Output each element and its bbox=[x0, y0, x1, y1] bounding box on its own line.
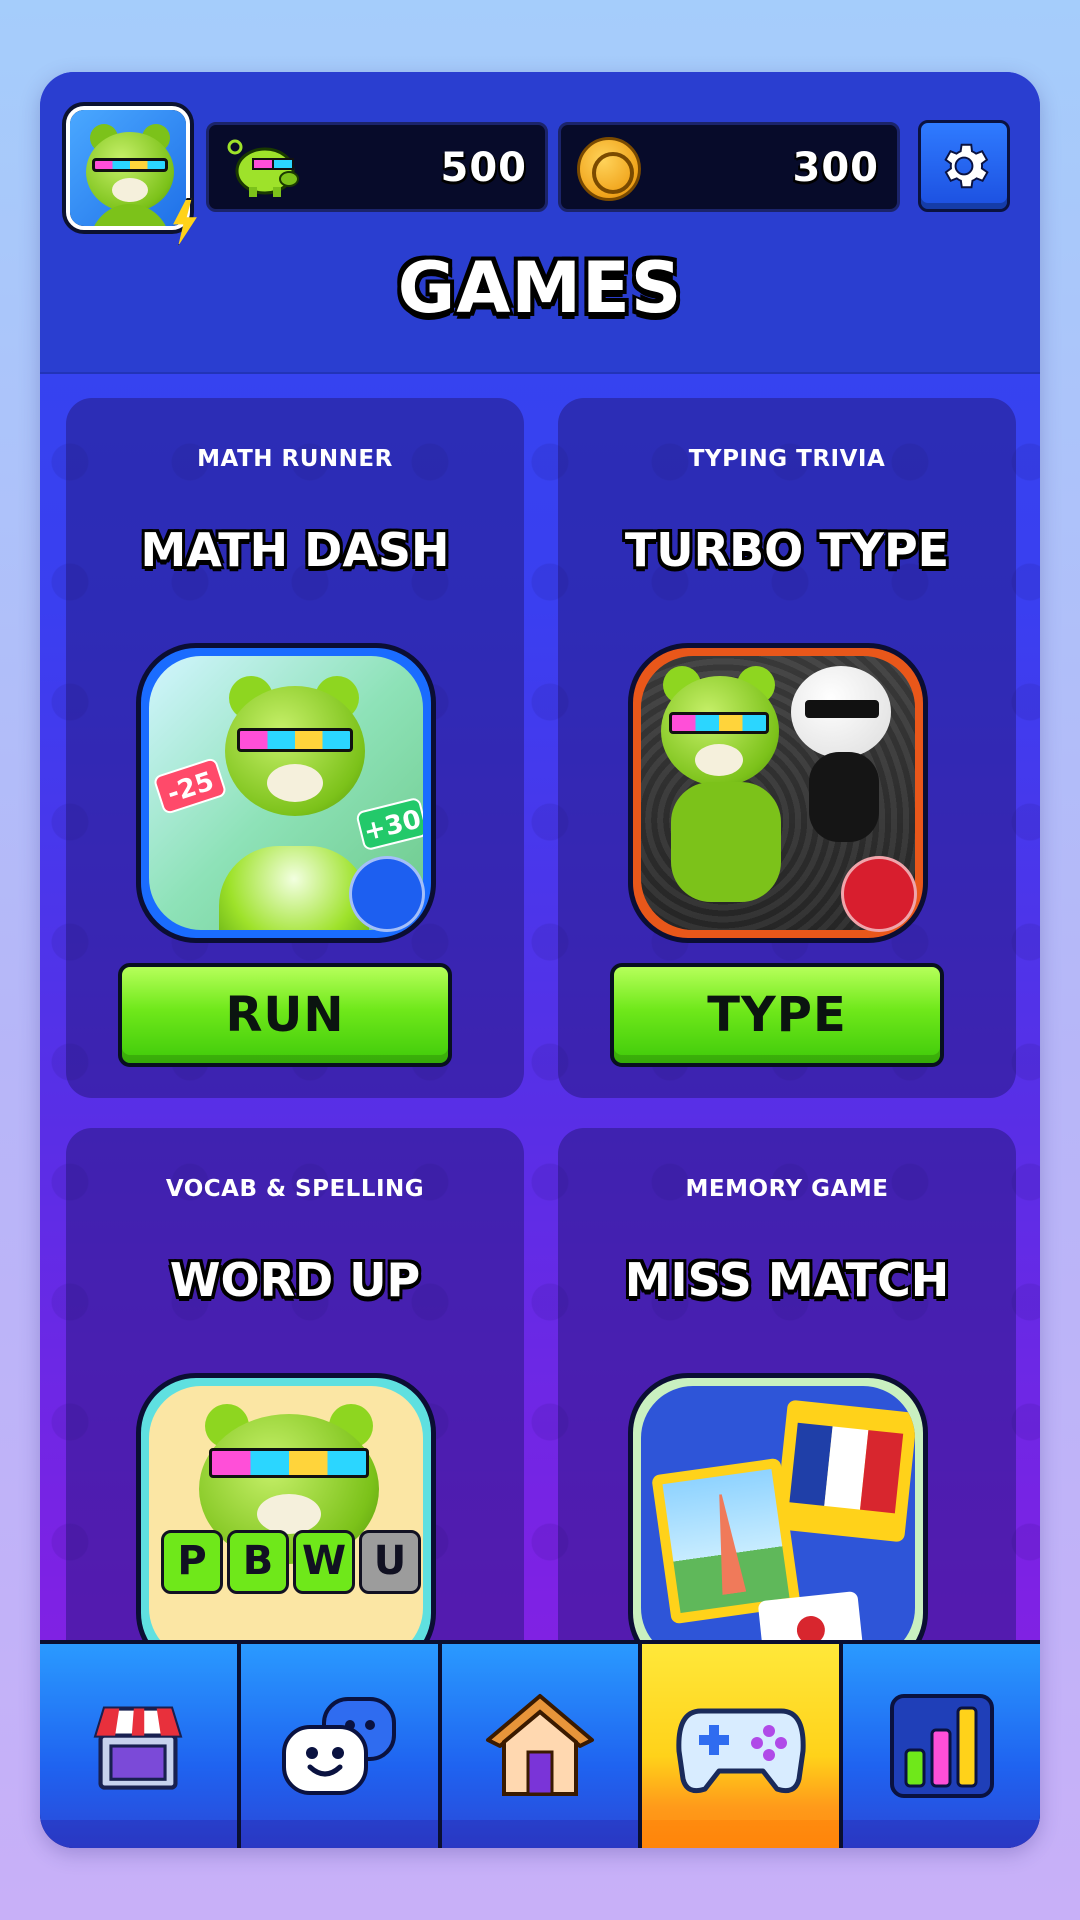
page-title: GAMES bbox=[397, 247, 683, 329]
game-thumbnail[interactable] bbox=[628, 1373, 928, 1673]
nav-item-leaderboard[interactable] bbox=[843, 1644, 1040, 1848]
nav-item-games[interactable] bbox=[642, 1644, 840, 1848]
game-title: TURBO TYPE bbox=[624, 523, 950, 577]
avatar[interactable] bbox=[66, 106, 190, 230]
gamepad-icon bbox=[676, 1708, 806, 1794]
letter-tile: B bbox=[227, 1530, 289, 1594]
home-icon bbox=[485, 1694, 594, 1796]
game-title: MATH DASH bbox=[140, 523, 450, 577]
run-button[interactable]: RUN bbox=[118, 963, 452, 1067]
nav-item-shop[interactable] bbox=[40, 1644, 237, 1848]
letter-tile: W bbox=[293, 1530, 355, 1594]
minus-points-label: -25 bbox=[152, 756, 228, 816]
gear-icon bbox=[944, 143, 989, 189]
game-subtitle: MATH RUNNER bbox=[197, 446, 393, 472]
settings-button[interactable] bbox=[918, 120, 1010, 212]
game-thumbnail[interactable]: -25 +30 bbox=[136, 643, 436, 943]
plus-points-label: +30 bbox=[355, 796, 423, 852]
game-thumbnail[interactable] bbox=[628, 643, 928, 943]
bear-badge-icon bbox=[841, 856, 917, 932]
pig-currency-counter: 500 bbox=[206, 122, 548, 212]
flag-card bbox=[774, 1399, 915, 1543]
nav-item-chat[interactable] bbox=[240, 1644, 438, 1848]
bear-badge-icon bbox=[349, 856, 425, 932]
game-title: WORD UP bbox=[169, 1253, 421, 1307]
type-button[interactable]: TYPE bbox=[610, 963, 944, 1067]
game-card-turbo-type: TYPING TRIVIA TURBO TYPE TYPE bbox=[558, 398, 1016, 1098]
nav-item-home[interactable] bbox=[441, 1644, 639, 1848]
app-screen: 500 300 GAMES MATH RUNNER MATH DASH -25 bbox=[40, 72, 1040, 1848]
header: 500 300 GAMES bbox=[40, 72, 1040, 374]
game-title: MISS MATCH bbox=[624, 1253, 950, 1307]
bottom-nav bbox=[40, 1640, 1040, 1848]
coin-icon bbox=[577, 137, 641, 201]
game-subtitle: MEMORY GAME bbox=[685, 1176, 889, 1202]
shop-icon bbox=[93, 1706, 183, 1790]
pig-currency-value: 500 bbox=[440, 145, 527, 191]
chat-icon bbox=[282, 1697, 397, 1795]
game-card-math-dash: MATH RUNNER MATH DASH -25 +30 RUN bbox=[66, 398, 524, 1098]
game-subtitle: VOCAB & SPELLING bbox=[165, 1176, 425, 1202]
pig-bank-icon bbox=[227, 139, 299, 197]
game-subtitle: TYPING TRIVIA bbox=[688, 446, 886, 472]
leaderboard-icon bbox=[889, 1694, 994, 1798]
letter-tile: U bbox=[359, 1530, 421, 1594]
coin-currency-counter: 300 bbox=[558, 122, 900, 212]
game-thumbnail[interactable]: P B W U bbox=[136, 1373, 436, 1673]
letter-tile: P bbox=[161, 1530, 223, 1594]
letter-tiles: P B W U bbox=[161, 1530, 421, 1594]
coin-currency-value: 300 bbox=[792, 145, 879, 191]
